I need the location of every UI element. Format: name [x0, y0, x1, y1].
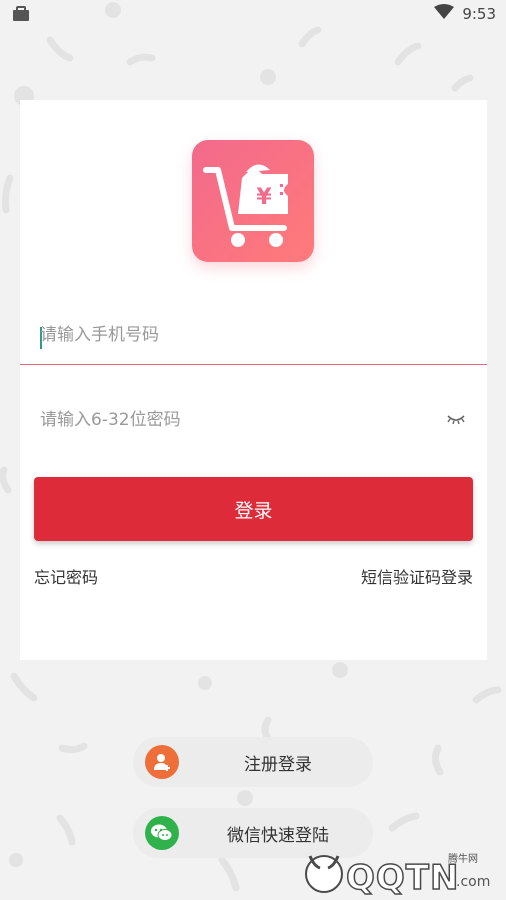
- sms-login-link[interactable]: 短信验证码登录: [361, 564, 473, 588]
- shopping-cart-coupon-icon: ¥: [203, 164, 288, 247]
- watermark: QQTN 腾牛网 .com: [300, 846, 500, 899]
- phone-field[interactable]: [20, 305, 487, 365]
- bull-logo-icon: [305, 855, 343, 893]
- register-label: 注册登录: [244, 754, 312, 775]
- status-bar: 9:53: [0, 0, 506, 28]
- wechat-icon: [145, 816, 179, 850]
- eye-closed-icon[interactable]: [445, 410, 467, 430]
- login-card: ¥ 登录 忘记密码 短信验证码登录: [20, 100, 487, 660]
- status-right: 9:53: [434, 4, 496, 24]
- password-input[interactable]: [40, 390, 440, 450]
- watermark-brand: QQTN: [345, 857, 460, 899]
- watermark-domain: .com: [456, 874, 491, 890]
- watermark-small: 腾牛网: [448, 854, 478, 865]
- add-user-icon: [145, 745, 179, 779]
- login-button[interactable]: 登录: [34, 477, 473, 541]
- bag-icon: [12, 6, 30, 22]
- register-button[interactable]: 注册登录: [133, 737, 373, 787]
- wifi-icon: [434, 4, 455, 24]
- phone-input[interactable]: [40, 305, 440, 365]
- app-logo: ¥: [192, 140, 314, 262]
- forgot-password-link[interactable]: 忘记密码: [34, 564, 98, 588]
- status-time: 9:53: [462, 5, 496, 23]
- svg-text:¥: ¥: [256, 185, 272, 210]
- password-field[interactable]: [20, 390, 487, 450]
